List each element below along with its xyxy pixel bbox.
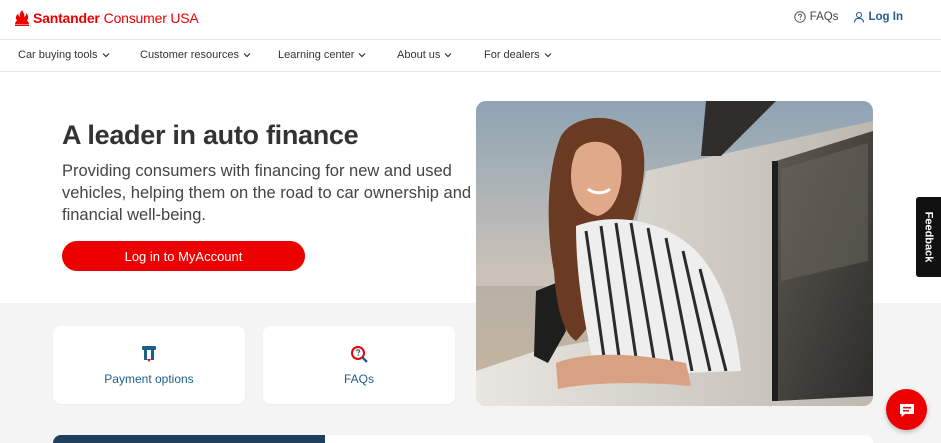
chevron-down-icon <box>544 53 552 58</box>
payment-icon <box>142 346 156 362</box>
nav-customer-resources[interactable]: Customer resources <box>140 49 251 61</box>
faqs-card[interactable]: FAQs <box>263 326 455 404</box>
santander-flame-icon <box>15 10 29 26</box>
faqs-link[interactable]: FAQs <box>794 11 839 23</box>
login-link[interactable]: Log In <box>853 11 904 23</box>
woman-in-car-illustration <box>476 101 873 406</box>
chevron-down-icon <box>359 53 366 58</box>
nav-about-us[interactable]: About us <box>397 49 452 61</box>
brand-name: Santander <box>33 10 100 26</box>
chevron-down-icon <box>102 53 109 58</box>
nav-label: Car buying tools <box>18 49 98 61</box>
hero-subtitle: Providing consumers with financing for n… <box>62 162 472 224</box>
faq-search-icon <box>351 346 368 363</box>
nav-label: For dealers <box>484 49 540 61</box>
chevron-down-icon <box>243 53 251 58</box>
question-circle-icon <box>794 11 806 23</box>
feedback-label: Feedback <box>922 211 935 263</box>
next-section-image <box>53 435 325 443</box>
login-myaccount-button[interactable]: Log in to MyAccount <box>62 241 305 271</box>
chevron-down-icon <box>444 53 452 58</box>
user-icon <box>853 11 864 23</box>
nav-label: Learning center <box>278 49 355 61</box>
chat-button[interactable] <box>886 389 927 430</box>
nav-label: About us <box>397 49 441 61</box>
login-label: Log In <box>868 11 904 23</box>
payment-options-card[interactable]: Payment options <box>53 326 245 404</box>
payment-options-label: Payment options <box>104 372 194 386</box>
nav-car-buying-tools[interactable]: Car buying tools <box>18 49 110 61</box>
nav-label: Customer resources <box>140 49 240 61</box>
top-bar: Santander Consumer USA FAQs Log In <box>0 0 941 40</box>
nav-learning-center[interactable]: Learning center <box>278 49 366 61</box>
top-links: FAQs Log In <box>794 11 903 23</box>
faqs-label: FAQs <box>809 11 839 23</box>
santander-logo[interactable]: Santander Consumer USA <box>15 10 199 26</box>
brand-suffix: Consumer USA <box>103 10 199 26</box>
feedback-tab[interactable]: Feedback <box>916 197 941 277</box>
hero-image <box>476 101 873 406</box>
next-section-preview <box>53 435 873 443</box>
main-nav: Car buying tools Customer resources Lear… <box>0 40 941 72</box>
nav-for-dealers[interactable]: For dealers <box>484 49 552 61</box>
hero-title: A leader in auto finance <box>62 120 359 150</box>
faqs-card-label: FAQs <box>343 372 374 386</box>
chat-bubble-icon <box>899 403 914 417</box>
